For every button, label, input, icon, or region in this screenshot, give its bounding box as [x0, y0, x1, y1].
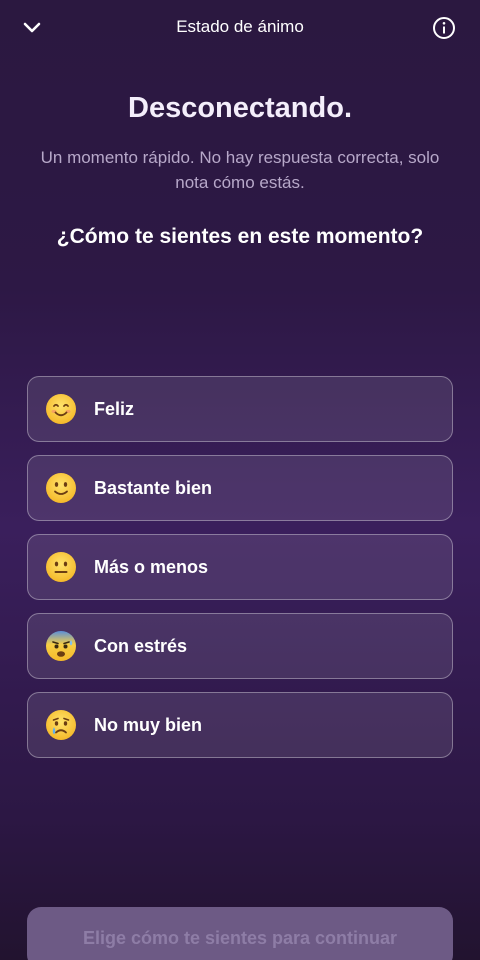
page-subtitle: Un momento rápido. No hay respuesta corr… [40, 148, 440, 192]
mood-question: ¿Cómo te sientes en este momento? [56, 225, 424, 248]
continue-button[interactable]: Elige cómo te sientes para continuar [27, 907, 453, 960]
screen-title: Estado de ánimo [176, 17, 304, 36]
slightly-smiling-face-icon [45, 472, 77, 504]
mood-option-label: Con estrés [94, 635, 188, 656]
mood-option-no-muy-bien[interactable]: No muy bien [27, 692, 453, 758]
crying-face-icon [45, 709, 77, 741]
mood-options-list: Feliz Bastante bien Más o menos Con estr… [27, 376, 453, 771]
mood-option-con-estres[interactable]: Con estrés [27, 613, 453, 679]
page-headline: Desconectando. [128, 92, 352, 124]
smiling-face-icon [45, 393, 77, 425]
mood-option-label: Bastante bien [94, 477, 213, 498]
info-icon[interactable] [432, 16, 456, 40]
mood-option-label: Más o menos [94, 556, 209, 577]
anxious-sweat-face-icon [45, 630, 77, 662]
mood-option-mas-o-menos[interactable]: Más o menos [27, 534, 453, 600]
top-bar: Estado de ánimo [0, 0, 480, 56]
mood-option-feliz[interactable]: Feliz [27, 376, 453, 442]
mood-option-bastante-bien[interactable]: Bastante bien [27, 455, 453, 521]
mood-option-label: Feliz [94, 398, 135, 419]
mood-option-label: No muy bien [94, 714, 203, 735]
neutral-face-icon [45, 551, 77, 583]
